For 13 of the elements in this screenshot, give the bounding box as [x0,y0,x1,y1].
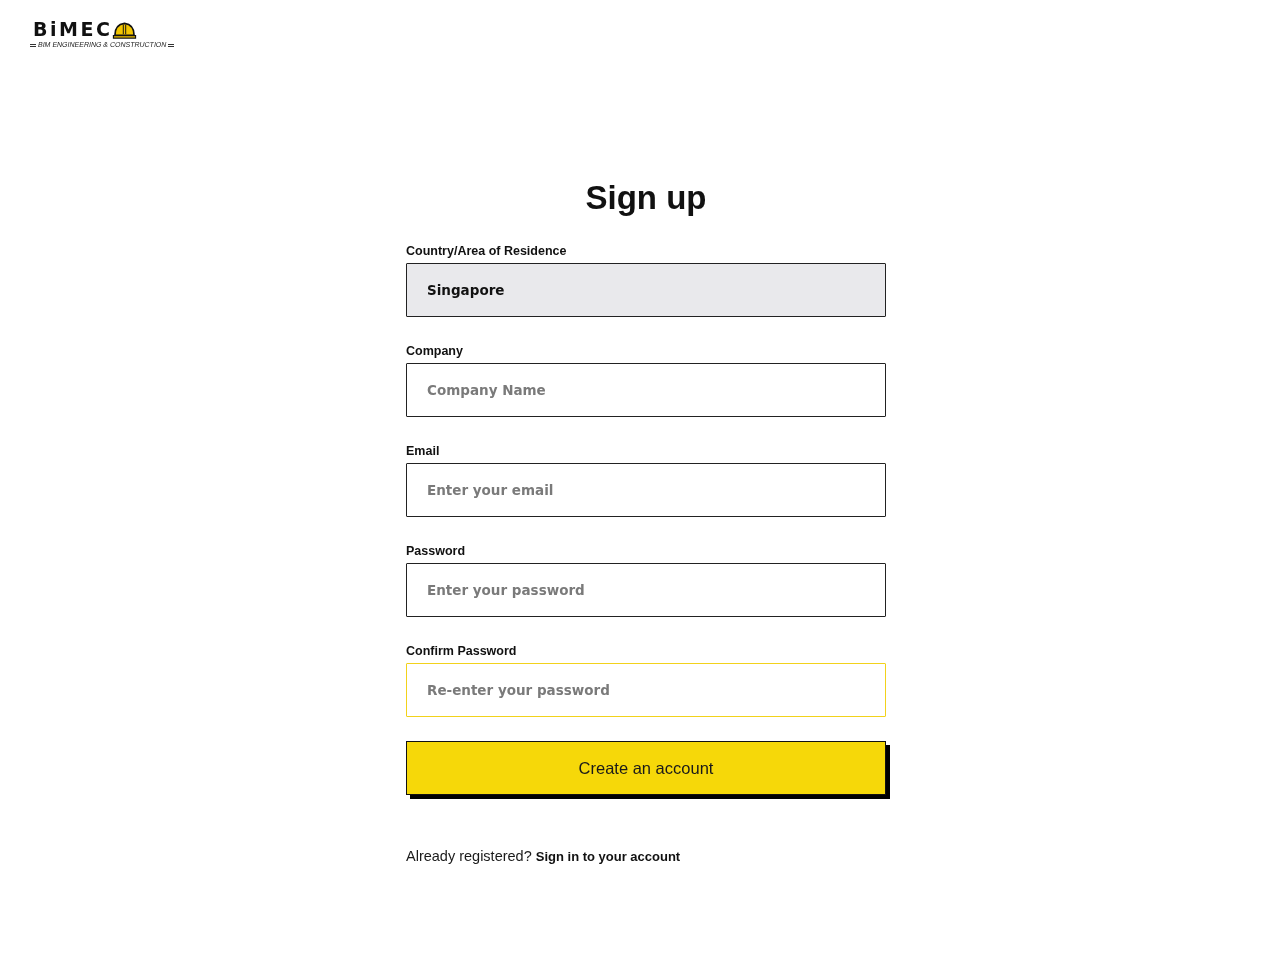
field-label: Company [406,343,463,359]
field-label: Country/Area of Residence [406,243,567,259]
field-label: Email [406,443,440,459]
field-label: Password [406,543,466,559]
sign-in-link[interactable]: Sign in to your account [535,848,681,866]
input-field[interactable]: Enter your password [406,563,886,617]
hard-hat-icon [112,20,138,39]
footer-text: Already registered? [406,847,532,865]
input-field[interactable]: Enter your email [406,463,886,517]
logo-wordmark: BiMEC [33,20,113,39]
input-field[interactable]: Company Name [406,363,886,417]
field-label: Confirm Password [406,643,517,659]
page-title: Sign up [585,178,707,218]
